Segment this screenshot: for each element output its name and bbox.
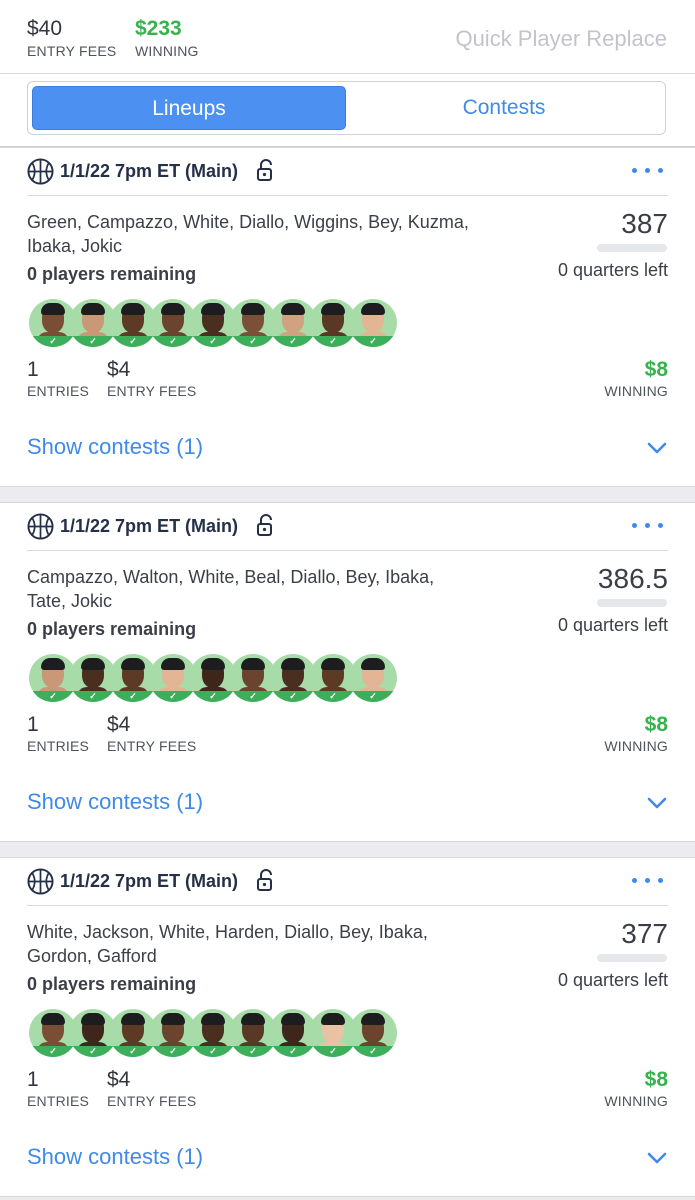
entry-fees-stat: $4 ENTRY FEES (107, 358, 196, 400)
slate-date: 1/1/22 7pm ET (Main) (60, 871, 239, 891)
unlock-icon (257, 514, 272, 536)
entries-stat: 1 ENTRIES (27, 713, 89, 755)
tab-contests[interactable]: Contests (347, 86, 661, 130)
more-options-icon[interactable] (632, 523, 664, 529)
winning-value: $8 (644, 1068, 668, 1091)
lineup-header: 1/1/22 7pm ET (Main) (27, 148, 668, 196)
quick-player-replace-button[interactable]: Quick Player Replace (455, 26, 667, 52)
entries-stat: 1 ENTRIES (27, 1068, 89, 1110)
players-remaining: 0 players remaining (27, 619, 197, 639)
player-names-line: White, Jackson, White, Harden, Diallo, B… (27, 922, 428, 942)
lineup-card[interactable]: 1/1/22 7pm ET (Main) White, Jackson, Whi… (0, 857, 695, 1197)
chevron-down-icon[interactable] (647, 1152, 667, 1164)
entry-fees-value: $4 (107, 713, 131, 736)
score-progress-bar (597, 244, 667, 252)
player-names: Green, Campazzo, White, Diallo, Wiggins,… (27, 210, 517, 258)
winning-stat: $8 WINNING (604, 1068, 668, 1110)
winning-stat: $8 WINNING (604, 713, 668, 755)
player-names-line: Gordon, Gafford (27, 946, 157, 966)
slate-date: 1/1/22 7pm ET (Main) (60, 161, 239, 181)
player-avatar: ✓ (349, 654, 397, 702)
entries-value: 1 (27, 1068, 39, 1091)
unlock-icon (257, 869, 272, 891)
player-avatars: ✓ ✓ ✓ ✓ ✓ ✓ ✓ ✓ ✓ (29, 654, 429, 704)
show-contests-link[interactable]: Show contests (1) (27, 1144, 203, 1170)
winning-value: $233 (135, 17, 182, 40)
entries-label: ENTRIES (27, 738, 90, 754)
player-avatar: ✓ (349, 1009, 397, 1057)
entry-fees-stat: $4 ENTRY FEES (107, 1068, 196, 1110)
check-icon: ✓ (369, 691, 377, 701)
player-avatars: ✓ ✓ ✓ ✓ ✓ ✓ ✓ ✓ ✓ (29, 299, 429, 349)
entry-fees-value: $40 (27, 17, 63, 40)
lineup-card[interactable]: 1/1/22 7pm ET (Main) Campazzo, Walton, W… (0, 502, 695, 842)
score-progress-bar (597, 954, 667, 962)
entries-value: 1 (27, 358, 39, 381)
entry-fees-label: ENTRY FEES (27, 43, 117, 59)
chevron-down-icon[interactable] (647, 442, 667, 454)
basketball-icon (27, 513, 54, 540)
player-names-line: Ibaka, Jokic (27, 236, 123, 256)
winning-value: $8 (644, 713, 668, 736)
entry-fees-value: $4 (107, 358, 131, 381)
lineup-score: 387 (621, 208, 668, 239)
chevron-down-icon[interactable] (647, 797, 667, 809)
entry-fees-value: $4 (107, 1068, 131, 1091)
player-avatar: ✓ (349, 299, 397, 347)
unlock-icon (257, 159, 272, 181)
slate-date: 1/1/22 7pm ET (Main) (60, 516, 239, 536)
quarters-left: 0 quarters left (557, 615, 668, 635)
player-names: White, Jackson, White, Harden, Diallo, B… (27, 920, 517, 968)
lineup-card[interactable]: 1/1/22 7pm ET (Main) Green, Campazzo, Wh… (0, 147, 695, 487)
entry-fees-label: ENTRY FEES (107, 1093, 197, 1109)
winning-label: WINNING (604, 738, 668, 754)
check-icon: ✓ (369, 1046, 377, 1056)
lineup-header: 1/1/22 7pm ET (Main) (27, 858, 668, 906)
entry-fees-label: ENTRY FEES (107, 738, 197, 754)
players-remaining: 0 players remaining (27, 974, 197, 994)
entries-label: ENTRIES (27, 383, 90, 399)
quarters-left: 0 quarters left (557, 970, 668, 990)
more-options-icon[interactable] (632, 168, 664, 174)
winning-stat: $233 WINNING (135, 17, 199, 60)
player-names-line: Tate, Jokic (27, 591, 113, 611)
lineup-header: 1/1/22 7pm ET (Main) (27, 503, 668, 551)
score-progress-bar (597, 599, 667, 607)
entry-fees-stat: $40 ENTRY FEES (27, 17, 116, 60)
lineup-score: 386.5 (597, 563, 668, 594)
players-remaining: 0 players remaining (27, 264, 197, 284)
summary-header: $40 ENTRY FEES $233 WINNING Quick Player… (0, 0, 695, 74)
winning-label: WINNING (135, 43, 199, 59)
view-toggle-bar: Lineups Contests (0, 74, 695, 147)
tab-lineups[interactable]: Lineups (32, 86, 346, 130)
player-names-line: Campazzo, Walton, White, Beal, Diallo, B… (27, 567, 435, 587)
check-icon: ✓ (369, 336, 377, 346)
basketball-icon (27, 868, 54, 895)
player-avatars: ✓ ✓ ✓ ✓ ✓ ✓ ✓ ✓ ✓ (29, 1009, 429, 1059)
entries-stat: 1 ENTRIES (27, 358, 89, 400)
entry-fees-stat: $4 ENTRY FEES (107, 713, 196, 755)
player-names: Campazzo, Walton, White, Beal, Diallo, B… (27, 565, 517, 613)
show-contests-link[interactable]: Show contests (1) (27, 789, 203, 815)
lineup-score: 377 (621, 918, 668, 949)
winning-stat: $8 WINNING (604, 358, 668, 400)
segmented-control: Lineups Contests (27, 81, 666, 135)
winning-label: WINNING (604, 383, 668, 399)
more-options-icon[interactable] (632, 878, 664, 884)
player-names-line: Green, Campazzo, White, Diallo, Wiggins,… (27, 212, 469, 232)
winning-value: $8 (644, 358, 668, 381)
show-contests-link[interactable]: Show contests (1) (27, 434, 203, 460)
entries-label: ENTRIES (27, 1093, 90, 1109)
entry-fees-label: ENTRY FEES (107, 383, 197, 399)
basketball-icon (27, 158, 54, 185)
quarters-left: 0 quarters left (557, 260, 668, 280)
entries-value: 1 (27, 713, 39, 736)
winning-label: WINNING (604, 1093, 668, 1109)
